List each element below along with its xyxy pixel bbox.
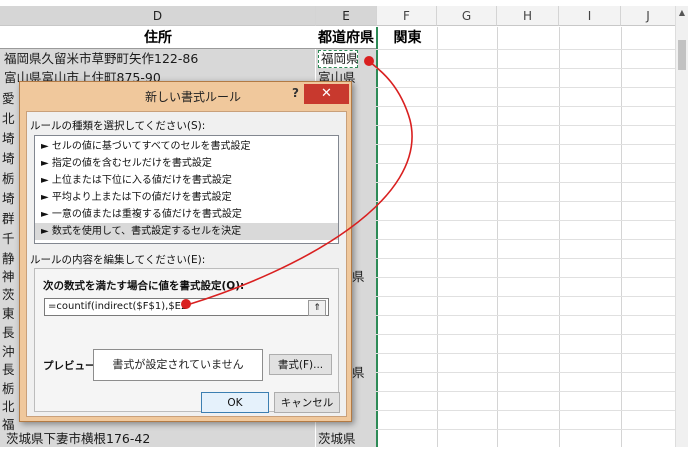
annotation-arrow	[186, 61, 413, 306]
cell-reference-marker	[364, 56, 374, 66]
arrow-curve	[186, 61, 413, 306]
formula-reference-marker	[181, 299, 191, 309]
